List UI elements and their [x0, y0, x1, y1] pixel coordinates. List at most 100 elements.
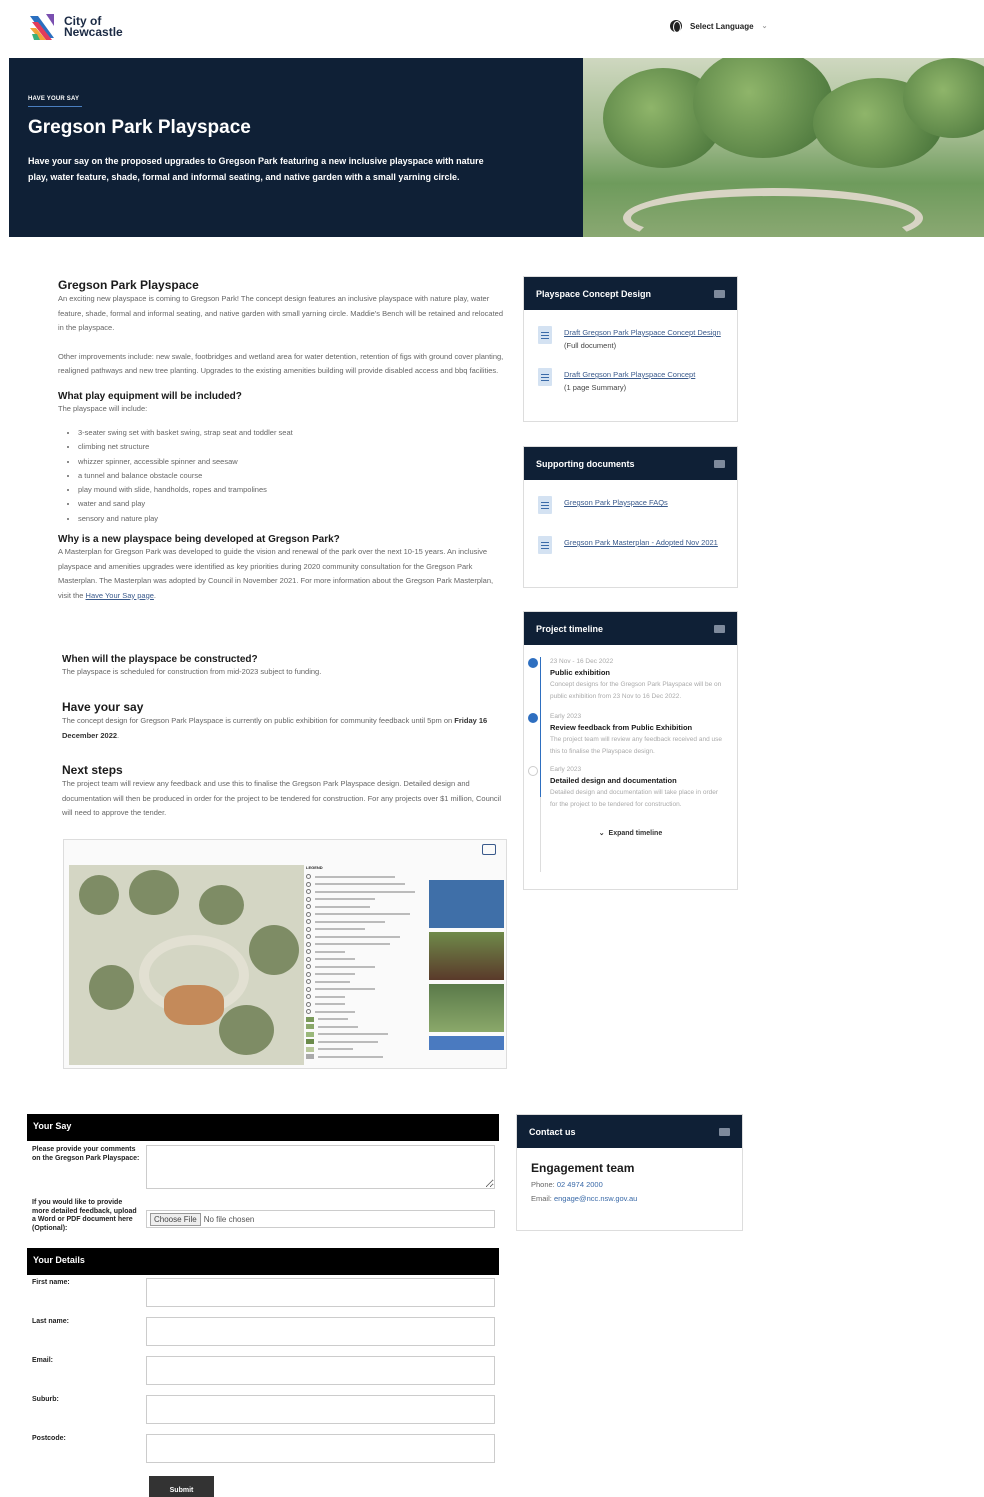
last-name-field[interactable]	[146, 1317, 495, 1346]
card-title: Playspace Concept Design	[536, 288, 652, 299]
hero-title: Gregson Park Playspace	[28, 117, 251, 138]
main-content: Gregson Park Playspace An exciting new p…	[58, 278, 508, 603]
site-header: City of Newcastle Select Language ⌄	[0, 0, 984, 58]
document-icon	[538, 326, 552, 344]
timeline-date: Early 2023	[550, 713, 582, 720]
postcode-field[interactable]	[146, 1434, 495, 1463]
document-link-item[interactable]: Gregson Park Masterplan - Adopted Nov 20…	[524, 536, 737, 554]
document-link[interactable]: Draft Gregson Park Playspace Concept Des…	[564, 328, 721, 337]
language-selector[interactable]: Select Language ⌄	[670, 20, 767, 33]
last-name-row: Last name:	[27, 1314, 499, 1353]
when-heading: When will the playspace be constructed?	[62, 654, 258, 665]
plan-legend: LEGEND	[306, 865, 424, 1065]
current-step-icon	[528, 713, 538, 723]
suburb-field[interactable]	[146, 1395, 495, 1424]
suburb-row: Suburb:	[27, 1392, 499, 1431]
equipment-list: 3-seater swing set with basket swing, st…	[78, 426, 508, 526]
timeline-title: Public exhibition	[550, 668, 611, 677]
postcode-row: Postcode:	[27, 1431, 499, 1470]
comments-row: Please provide your comments on the Greg…	[27, 1141, 499, 1197]
first-name-label: First name:	[32, 1279, 70, 1286]
suburb-label: Suburb:	[32, 1396, 59, 1403]
expand-timeline-button[interactable]: ⌄ Expand timeline	[524, 829, 737, 837]
first-name-field[interactable]	[146, 1278, 495, 1307]
next-steps-section: Next steps The project team will review …	[62, 763, 507, 821]
calendar-icon	[714, 624, 725, 633]
postcode-label: Postcode:	[32, 1435, 66, 1442]
card-header: Supporting documents	[524, 447, 737, 480]
document-link-item[interactable]: Draft Gregson Park Playspace Concept Des…	[524, 326, 737, 352]
submit-button[interactable]: Submit	[149, 1476, 214, 1497]
timeline-title: Review feedback from Public Exhibition	[550, 723, 693, 732]
contact-email: Email: engage@ncc.nsw.gov.au	[531, 1192, 742, 1206]
globe-icon	[670, 20, 682, 33]
concept-design-card: Playspace Concept Design Draft Gregson P…	[523, 276, 738, 422]
phone-link[interactable]: 02 4974 2000	[557, 1180, 603, 1189]
contact-phone: Phone: 02 4974 2000	[531, 1178, 742, 1192]
document-link[interactable]: Draft Gregson Park Playspace Concept	[564, 370, 695, 379]
comment-icon	[714, 459, 725, 468]
hero-description: Have your say on the proposed upgrades t…	[28, 156, 484, 182]
upload-label: If you would like to provide more detail…	[32, 1199, 137, 1232]
hero-divider	[28, 106, 82, 107]
document-link-item[interactable]: Gregson Park Playspace FAQs	[524, 496, 737, 514]
concept-plan-image: LEGEND	[63, 839, 507, 1069]
intro-paragraph: An exciting new playspace is coming to G…	[58, 294, 504, 332]
say-text: The concept design for Gregson Park Play…	[62, 716, 453, 725]
why-paragraph: A Masterplan for Gregson Park was develo…	[58, 547, 494, 600]
timeline-list: 23 Nov - 16 Dec 2022 Public exhibition C…	[524, 658, 737, 811]
when-section: When will the playspace be constructed? …	[62, 654, 507, 680]
email-field[interactable]	[146, 1356, 495, 1385]
expand-timeline-label: Expand timeline	[608, 830, 663, 837]
timeline-date: Early 2023	[550, 766, 582, 773]
logo-line-2: Newcastle	[64, 25, 123, 39]
city-logo[interactable]: City of Newcastle	[28, 12, 123, 42]
hero-kicker: HAVE YOUR SAY	[28, 96, 80, 102]
why-heading: Why is a new playspace being developed a…	[58, 534, 340, 546]
list-item: 3-seater swing set with basket swing, st…	[78, 426, 508, 440]
document-icon	[538, 496, 552, 514]
card-title: Contact us	[529, 1126, 576, 1137]
card-header: Contact us	[517, 1115, 742, 1148]
document-link[interactable]: Gregson Park Playspace FAQs	[564, 498, 668, 507]
timeline-desc: Detailed design and documentation will t…	[550, 789, 719, 808]
document-icon	[538, 368, 552, 386]
have-your-say-link[interactable]: Have Your Say page	[86, 591, 154, 600]
equipment-heading: What play equipment will be included?	[58, 390, 242, 402]
contact-card: Contact us Engagement team Phone: 02 497…	[516, 1114, 743, 1231]
email-label: Email:	[531, 1194, 552, 1203]
main-title: Gregson Park Playspace	[58, 278, 199, 292]
equipment-intro: The playspace will include:	[58, 403, 148, 413]
email-label: Email:	[32, 1357, 54, 1364]
document-link[interactable]: Gregson Park Masterplan - Adopted Nov 20…	[564, 538, 718, 547]
comments-label: Please provide your comments on the Greg…	[32, 1146, 140, 1162]
legend-title: LEGEND	[306, 865, 323, 870]
list-item: climbing net structure	[78, 440, 508, 454]
file-upload-input[interactable]: Choose File No file chosen	[146, 1210, 495, 1228]
card-title: Project timeline	[536, 623, 604, 634]
your-details-heading: Your Details	[27, 1248, 499, 1275]
project-timeline-card: Project timeline 23 Nov - 16 Dec 2022 Pu…	[523, 611, 738, 890]
list-item: whizzer spinner, accessible spinner and …	[78, 455, 508, 469]
expand-image-icon[interactable]	[482, 844, 496, 855]
email-link[interactable]: engage@ncc.nsw.gov.au	[554, 1194, 637, 1203]
hero-banner: HAVE YOUR SAY Gregson Park Playspace Hav…	[9, 58, 984, 237]
document-icon	[538, 536, 552, 554]
choose-file-button[interactable]: Choose File	[150, 1212, 201, 1226]
contact-name: Engagement team	[531, 1161, 635, 1175]
comments-textarea[interactable]	[146, 1145, 495, 1189]
first-name-row: First name:	[27, 1275, 499, 1314]
phone-label: Phone:	[531, 1180, 555, 1189]
hero-image	[583, 58, 984, 237]
document-link-item[interactable]: Draft Gregson Park Playspace Concept (1 p…	[524, 368, 737, 394]
logo-text: City of Newcastle	[64, 15, 123, 39]
upload-row: If you would like to provide more detail…	[27, 1197, 499, 1248]
timeline-item: Early 2023 Detailed design and documenta…	[528, 766, 723, 811]
list-item: sensory and nature play	[78, 512, 508, 526]
list-item: a tunnel and balance obstacle course	[78, 469, 508, 483]
say-heading: Have your say	[62, 700, 144, 714]
your-say-heading: Your Say	[27, 1114, 499, 1141]
card-header: Project timeline	[524, 612, 737, 645]
email-row: Email:	[27, 1353, 499, 1392]
feedback-form: Your Say Please provide your comments on…	[27, 1114, 499, 1470]
